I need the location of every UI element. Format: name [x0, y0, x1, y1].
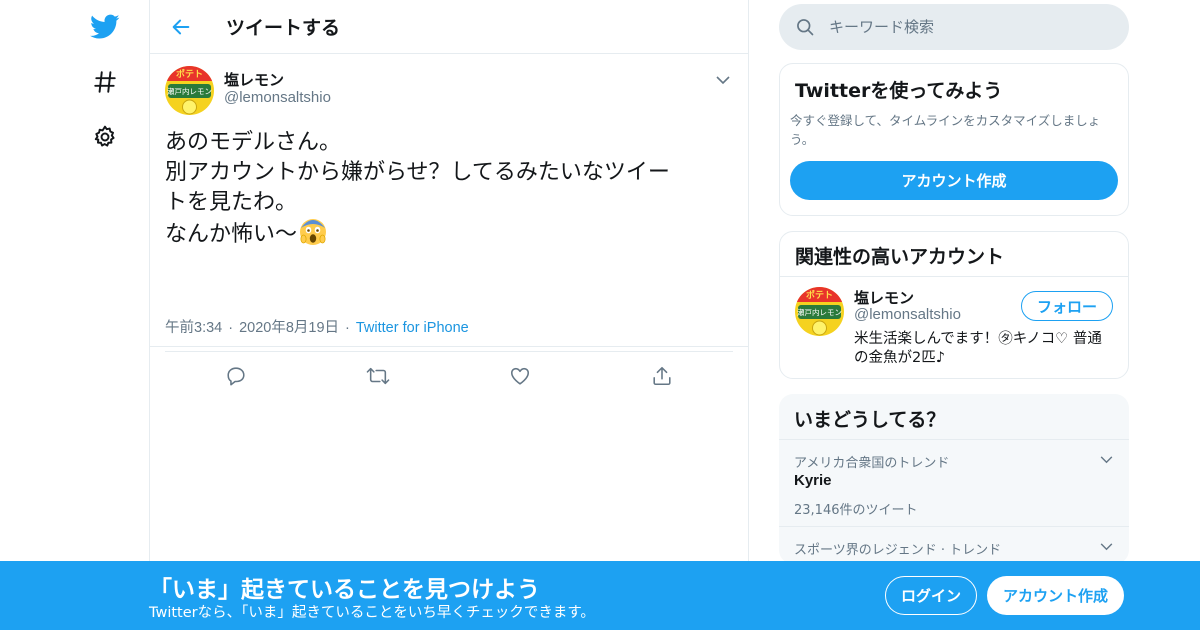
svg-text:瀬戸内レモン: 瀬戸内レモン [167, 86, 212, 96]
search-icon [795, 17, 815, 37]
avatar[interactable]: ポテト 瀬戸内レモン [795, 287, 844, 336]
chevron-down-icon[interactable] [1098, 539, 1114, 555]
related-handle[interactable]: @lemonsaltshio [854, 306, 961, 323]
reply-icon [227, 367, 245, 386]
tweet-meta: 午前3:34 · 2020年8月19日 · Twitter for iPhone [165, 316, 469, 337]
tweet-text: あのモデルさん。 別アカウントから嫌がらせ？してるみたいなツイー トを見たわ。 … [165, 128, 725, 250]
chevron-down-icon[interactable] [1098, 452, 1114, 468]
follow-button[interactable]: フォロー [1021, 291, 1113, 321]
meta-separator: · [345, 320, 350, 336]
meta-separator: · [228, 320, 234, 336]
trend-count: 23,146件のツイート [794, 503, 918, 518]
avatar[interactable]: ポテト 瀬戸内レモン [165, 66, 214, 115]
scream-emoji-icon [299, 218, 327, 246]
left-nav [0, 0, 150, 630]
tweet-time[interactable]: 午前3:34 [165, 320, 222, 336]
signup-button[interactable]: アカウント作成 [987, 576, 1124, 615]
bottom-signup-bar: 「いま」起きていることを見つけよう Twitterなら、「いま」起きていることを… [0, 561, 1200, 630]
reply-button[interactable] [224, 364, 248, 388]
tweet-actions [165, 351, 733, 401]
signup-card-text: 今すぐ登録して、タイムラインをカスタマイズしましょう。 [790, 113, 1101, 147]
gear-icon[interactable] [88, 120, 122, 154]
share-icon [653, 366, 671, 386]
page-title: ツイートする [226, 17, 341, 39]
author-handle[interactable]: @lemonsaltshio [224, 89, 331, 106]
svg-text:瀬戸内レモン: 瀬戸内レモン [797, 307, 842, 317]
svg-text:ポテト: ポテト [176, 68, 203, 80]
related-name[interactable]: 塩レモン [854, 287, 914, 308]
main-column: ツイートする ポテト 瀬戸内レモン 塩レモン @lemonsaltshio あの… [149, 0, 749, 630]
search-input[interactable] [829, 18, 1109, 36]
like-button[interactable] [508, 364, 532, 388]
related-title: 関連性の高いアカウント [780, 232, 1128, 277]
search-box[interactable] [779, 4, 1129, 50]
chevron-down-icon [716, 75, 730, 84]
related-bio: 米生活楽しんでます！㋟キノコ♡ 普通の金魚が2匹♪ [854, 331, 1102, 366]
tweet-line-last: なんか怖い〜 [165, 218, 725, 250]
login-button[interactable]: ログイン [885, 576, 977, 615]
retweet-button[interactable] [366, 364, 390, 388]
svg-text:ポテト: ポテト [806, 289, 833, 301]
arrow-left-icon [172, 19, 190, 34]
back-button[interactable] [166, 12, 196, 42]
trend-name: Kyrie [794, 472, 832, 489]
related-accounts-card: 関連性の高いアカウント ポテト 瀬戸内レモン 塩レモン @lemonsaltsh… [779, 231, 1129, 379]
tweet-source-link[interactable]: Twitter for iPhone [356, 320, 469, 336]
tweet: ポテト 瀬戸内レモン 塩レモン @lemonsaltshio あのモデルさん。 … [150, 54, 748, 386]
tweet-menu-button[interactable] [713, 70, 733, 90]
main-header: ツイートする [150, 0, 748, 54]
create-account-button[interactable]: アカウント作成 [790, 161, 1118, 200]
tweet-line: トを見たわ。 [165, 190, 298, 215]
bottom-bar-subtitle: Twitterなら、「いま」起きていることをいち早くチェックできます。 [149, 605, 595, 621]
bottom-bar-title: 「いま」起きていることを見つけよう [149, 577, 540, 603]
retweet-icon [366, 367, 390, 385]
trends-title: いまどうしてる？ [779, 394, 1129, 440]
share-button[interactable] [650, 364, 674, 388]
signup-card-title: Twitterを使ってみよう [795, 80, 1003, 102]
related-account-row[interactable]: ポテト 瀬戸内レモン 塩レモン @lemonsaltshio フォロー 米生活楽… [780, 277, 1128, 377]
trend-item[interactable]: スポーツ界のレジェンド · トレンド [779, 527, 1129, 564]
tweet-line-text: なんか怖い〜 [165, 222, 298, 247]
tweet-line: あのモデルさん。 [165, 130, 342, 155]
hashtag-icon[interactable] [88, 65, 122, 99]
tweet-date[interactable]: 2020年8月19日 [239, 320, 339, 336]
trends-card: いまどうしてる？ アメリカ合衆国のトレンド Kyrie 23,146件のツイート… [779, 394, 1129, 564]
tweet-line: 別アカウントから嫌がらせ？してるみたいなツイー [165, 160, 670, 185]
twitter-bird-icon[interactable] [88, 10, 122, 44]
author-name[interactable]: 塩レモン [224, 69, 284, 90]
like-icon [510, 367, 530, 385]
signup-card: Twitterを使ってみよう 今すぐ登録して、タイムラインをカスタマイズしましょ… [779, 63, 1129, 216]
trend-context: アメリカ合衆国のトレンド [794, 456, 950, 471]
trend-item[interactable]: アメリカ合衆国のトレンド Kyrie 23,146件のツイート [779, 440, 1129, 527]
trend-context: スポーツ界のレジェンド · トレンド [794, 543, 1002, 558]
